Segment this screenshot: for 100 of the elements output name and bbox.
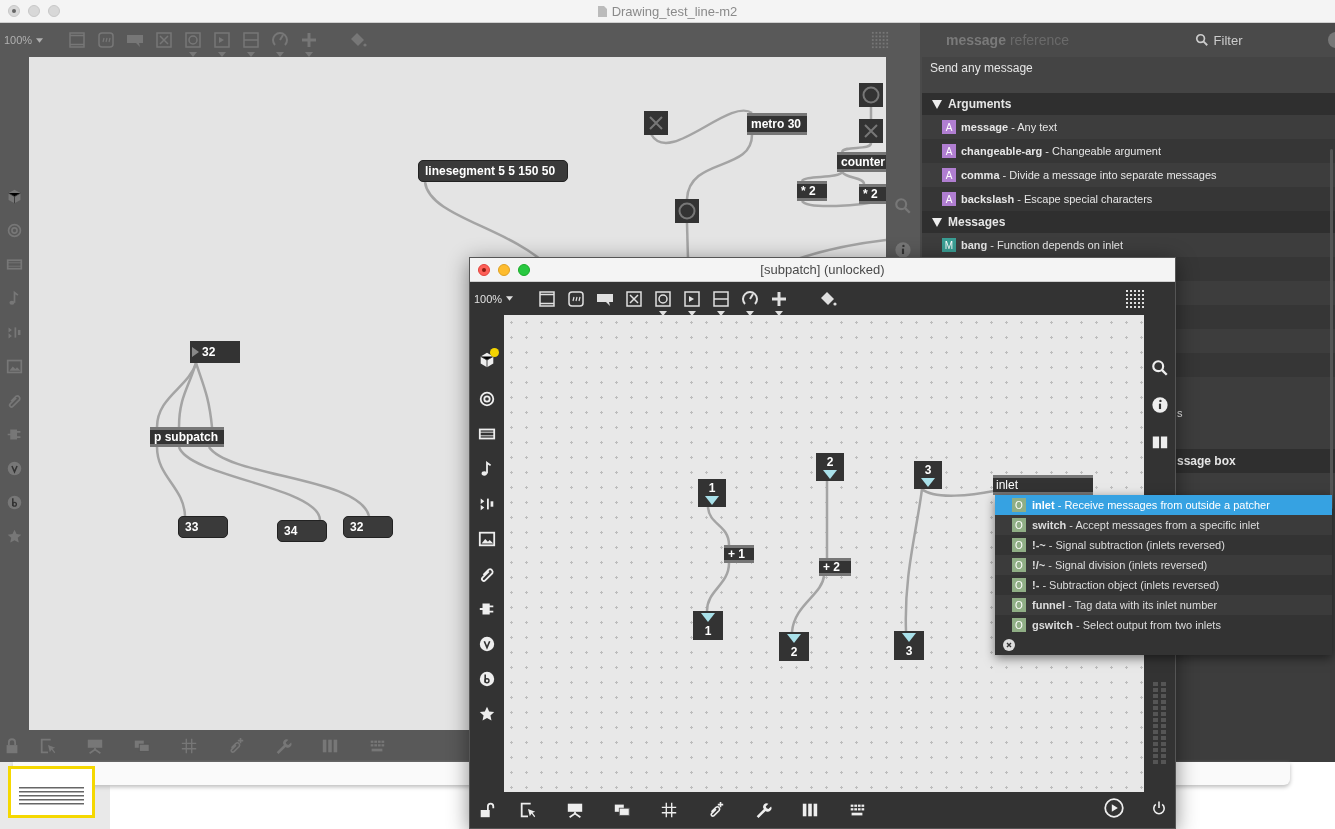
button-object-icon[interactable] — [652, 288, 673, 309]
document-icon — [597, 5, 607, 17]
reference-entry[interactable]: s — [1177, 407, 1183, 419]
clear-icon[interactable] — [1003, 639, 1015, 651]
inlet-object[interactable]: 2 — [816, 453, 844, 481]
object-badge: O — [1012, 598, 1026, 612]
argument-badge: A — [942, 120, 956, 134]
object-badge: O — [1012, 498, 1026, 512]
cube-icon[interactable] — [478, 351, 496, 369]
toggle-icon[interactable] — [623, 288, 644, 309]
dot-grid-icon[interactable] — [1124, 288, 1145, 309]
dot-grid-icon[interactable] — [870, 31, 889, 49]
inlet-object[interactable]: 1 — [698, 479, 726, 507]
play-icon[interactable] — [1103, 797, 1125, 819]
notification-dot — [490, 348, 499, 357]
reference-entry[interactable]: bang - Function depends on inlet — [961, 239, 1124, 251]
number-box[interactable]: 32 — [190, 341, 240, 363]
object-box-icon[interactable] — [536, 288, 557, 309]
message-box[interactable]: 34 — [277, 520, 327, 542]
toggle-icon[interactable] — [153, 30, 174, 50]
piano-icon[interactable] — [800, 801, 819, 819]
inlet-object[interactable]: 3 — [914, 461, 942, 489]
zoom-menu[interactable]: 100% — [470, 292, 532, 305]
object-description: Send any message — [922, 57, 1335, 93]
patch-cord — [706, 506, 731, 546]
patch-cord — [790, 575, 826, 633]
patch-cord — [841, 142, 873, 153]
object-box[interactable]: + 1 — [724, 545, 754, 563]
object-badge: O — [1012, 518, 1026, 532]
autocomplete-item[interactable]: O !- - Subtraction object (inlets reversed) — [995, 575, 1332, 595]
presentation-icon[interactable] — [565, 801, 584, 819]
toggle[interactable] — [859, 119, 883, 143]
x-icon — [649, 116, 663, 130]
object-box[interactable]: metro 30 — [747, 113, 807, 135]
search-icon[interactable] — [1194, 33, 1209, 47]
bang-button[interactable] — [859, 83, 883, 107]
reference-entry[interactable]: ssage box — [1177, 454, 1236, 468]
message-box[interactable]: 33 — [178, 516, 228, 538]
object-badge: O — [1012, 618, 1026, 632]
slider-icon[interactable] — [710, 288, 731, 309]
paperclip-icon[interactable] — [478, 565, 496, 583]
reference-entry[interactable]: comma - Divide a message into separate messages — [961, 169, 1217, 181]
toggle[interactable] — [644, 111, 668, 135]
argument-badge: A — [942, 168, 956, 182]
object-box[interactable]: * 2 — [797, 181, 827, 201]
circle-letter-icon[interactable] — [478, 670, 496, 688]
message-box[interactable]: 32 — [343, 516, 393, 538]
window-title: Drawing_test_line-m2 — [611, 3, 738, 19]
close-button[interactable] — [478, 263, 490, 276]
outlet-object[interactable]: 3 — [894, 631, 924, 660]
page-thumbnail[interactable] — [8, 766, 95, 818]
window-title: [subpatch] (unlocked) — [760, 262, 885, 277]
star-icon[interactable] — [478, 705, 496, 723]
info-icon[interactable] — [1150, 396, 1169, 414]
search-icon[interactable] — [1150, 359, 1169, 377]
object-box[interactable]: p subpatch — [150, 427, 224, 447]
object-badge: O — [1012, 558, 1026, 572]
close-button[interactable] — [8, 5, 20, 17]
circle-letter-icon[interactable] — [478, 635, 496, 653]
caret-icon[interactable] — [506, 296, 514, 301]
autocomplete-item[interactable]: O gswitch - Select output from two inlets — [995, 615, 1332, 635]
outlet-object[interactable]: 1 — [693, 611, 723, 640]
filter-field[interactable]: Filter — [1194, 32, 1243, 48]
object-name-field[interactable]: inlet — [993, 475, 1093, 495]
object-box[interactable]: + 2 — [819, 558, 851, 576]
bang-button[interactable] — [675, 199, 699, 223]
paperclip-icon[interactable] — [6, 392, 23, 409]
autocomplete-item[interactable]: O !-~ - Signal subtraction (inlets reversed) — [995, 535, 1332, 555]
disclosure-triangle-icon[interactable] — [932, 217, 942, 227]
number-box-icon[interactable] — [681, 288, 702, 309]
unlock-icon[interactable] — [478, 801, 496, 819]
star-icon[interactable] — [6, 528, 23, 545]
reference-entry[interactable]: changeable-arg - Changeable argument — [961, 145, 1161, 157]
object-box[interactable]: counter — [837, 152, 886, 172]
power-icon[interactable] — [1151, 800, 1167, 816]
autocomplete-item[interactable]: O switch - Accept messages from a specific inlet — [995, 515, 1332, 535]
circle-icon — [862, 86, 880, 104]
section-header[interactable]: Messages — [922, 211, 1335, 233]
message-box-icon[interactable] — [565, 288, 586, 309]
circle-icon — [678, 202, 696, 220]
message-badge: M — [942, 238, 956, 252]
slider-icon[interactable] — [240, 30, 261, 50]
info-icon[interactable] — [894, 241, 912, 259]
reference-entry[interactable]: message - Any text — [961, 121, 1057, 133]
outlet-object[interactable]: 2 — [779, 632, 809, 661]
argument-badge: A — [942, 144, 956, 158]
object-badge: O — [1012, 538, 1026, 552]
disclosure-triangle-icon[interactable] — [932, 99, 942, 109]
object-box[interactable]: * 2 — [859, 184, 886, 204]
patch-cord — [705, 562, 731, 612]
object-badge: O — [1012, 578, 1026, 592]
message-box[interactable]: linesegment 5 5 150 50 — [418, 160, 568, 182]
autocomplete-item[interactable]: O funnel - Tag data with its inlet number — [995, 595, 1332, 615]
argument-badge: A — [942, 192, 956, 206]
select-icon[interactable] — [518, 801, 537, 819]
x-icon — [864, 124, 878, 138]
reference-entry[interactable]: backslash - Escape special characters — [961, 193, 1153, 205]
zoom-button[interactable] — [518, 263, 530, 276]
autocomplete-item[interactable]: O !/~ - Signal division (inlets reversed) — [995, 555, 1332, 575]
section-header[interactable]: Arguments — [922, 93, 1335, 115]
